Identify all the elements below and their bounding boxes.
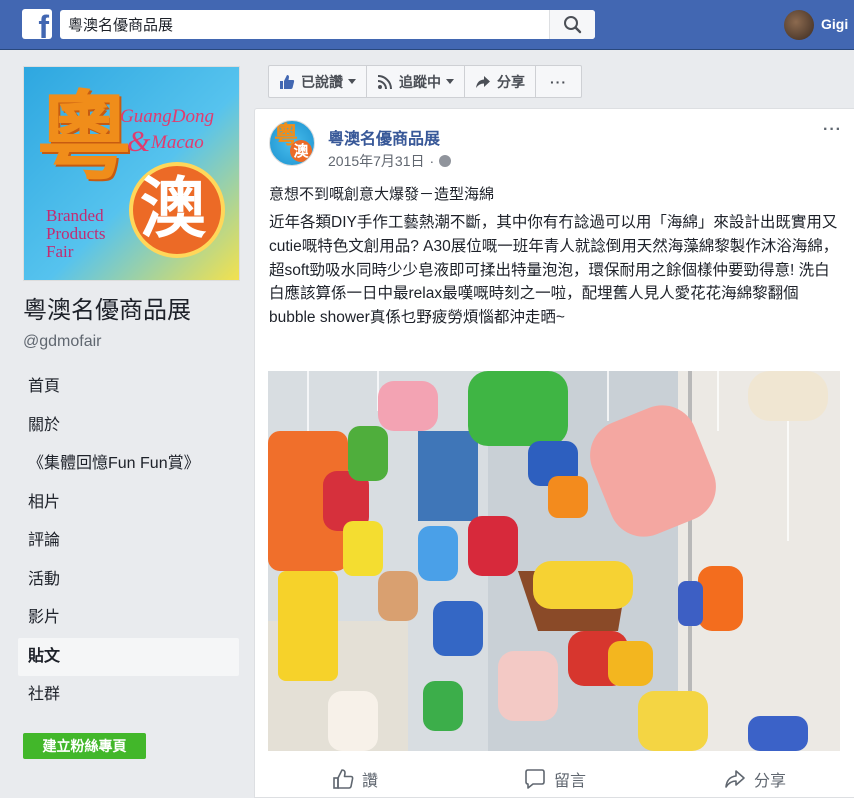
post-headline: 意想不到嘅創意大爆發－造型海綿 bbox=[269, 186, 495, 203]
sidebar-item-home[interactable]: 首頁 bbox=[18, 368, 239, 407]
thumbs-up-icon bbox=[280, 74, 295, 89]
post-author-name[interactable]: 粵澳名優商品展 bbox=[328, 125, 440, 149]
page-profile-picture[interactable]: 粵 GuangDong & Macao 澳 Branded Products F… bbox=[23, 66, 240, 281]
post-date[interactable]: 2015年7月31日 bbox=[328, 151, 425, 171]
logo-branded-products-fair: Branded Products Fair bbox=[46, 207, 106, 261]
user-name: Gigi bbox=[821, 16, 849, 32]
like-button[interactable]: 讚 bbox=[255, 759, 455, 798]
page-handle[interactable]: @gdmofair bbox=[23, 334, 102, 350]
caret-down-icon bbox=[446, 79, 454, 84]
share-page-button[interactable]: 分享 bbox=[465, 65, 536, 98]
globe-icon bbox=[439, 155, 452, 167]
post-photo[interactable] bbox=[268, 371, 840, 751]
like-label: 讚 bbox=[361, 773, 378, 790]
liked-label: 已說讚 bbox=[301, 73, 343, 90]
meta-separator: · bbox=[429, 153, 435, 169]
facebook-logo-icon[interactable]: f bbox=[22, 9, 52, 39]
share-label: 分享 bbox=[497, 73, 525, 90]
search-box bbox=[60, 10, 595, 39]
search-button[interactable] bbox=[549, 10, 595, 39]
sidebar-item-events[interactable]: 活動 bbox=[18, 561, 239, 600]
post-card: 粵 澳 粵澳名優商品展 2015年7月31日 · ··· 意想不到嘅創意大爆發－… bbox=[254, 108, 854, 798]
logo-ao-character: 澳 bbox=[140, 169, 206, 247]
more-label: ··· bbox=[550, 73, 567, 90]
rss-icon bbox=[377, 74, 392, 89]
logo-guangdong: GuangDong bbox=[120, 106, 214, 127]
sidebar-item-fun-fun[interactable]: 《集體回憶Fun Fun賞》 bbox=[18, 445, 239, 484]
sidebar-item-about[interactable]: 關於 bbox=[18, 407, 239, 446]
left-sidebar: 粵 GuangDong & Macao 澳 Branded Products F… bbox=[0, 50, 254, 798]
page-action-bar: 已說讚 追蹤中 分享 ··· bbox=[268, 65, 582, 98]
post-footer: 讚 留言 分享 bbox=[255, 759, 854, 798]
sidebar-item-videos[interactable]: 影片 bbox=[18, 599, 239, 638]
avatar bbox=[784, 10, 814, 40]
share-post-label: 分享 bbox=[753, 773, 786, 790]
logo-ampersand: & bbox=[127, 125, 151, 158]
caret-down-icon bbox=[348, 79, 356, 84]
page-navigation: 首頁 關於 《集體回憶Fun Fun賞》 相片 評論 活動 影片 貼文 社群 bbox=[18, 368, 239, 715]
avatar-ao: 澳 bbox=[290, 140, 312, 162]
page-title[interactable]: 粵澳名優商品展 bbox=[23, 299, 191, 323]
create-page-button[interactable]: 建立粉絲專頁 bbox=[23, 733, 146, 759]
search-input[interactable] bbox=[60, 10, 550, 39]
comment-button[interactable]: 留言 bbox=[455, 759, 655, 798]
post-options-button[interactable]: ··· bbox=[823, 121, 842, 139]
logo-big-character: 粵 bbox=[36, 80, 132, 193]
logo-line-products: Products bbox=[46, 223, 106, 243]
sidebar-item-reviews[interactable]: 評論 bbox=[18, 522, 239, 561]
sponge-photo-image bbox=[268, 371, 840, 751]
post-body: 近年各類DIY手作工藝熱潮不斷，其中你有冇諗過可以用「海綿」來設計出既實用又cu… bbox=[269, 214, 839, 327]
post-meta: 2015年7月31日 · bbox=[328, 151, 452, 171]
sidebar-item-posts[interactable]: 貼文 bbox=[18, 637, 239, 676]
following-button[interactable]: 追蹤中 bbox=[367, 65, 465, 98]
thumbs-up-icon bbox=[333, 769, 354, 789]
logo-macao: Macao bbox=[151, 132, 204, 153]
share-arrow-icon bbox=[725, 770, 745, 788]
comment-icon bbox=[525, 769, 545, 789]
comment-label: 留言 bbox=[553, 773, 586, 790]
share-post-button[interactable]: 分享 bbox=[655, 759, 854, 798]
logo-line-fair: Fair bbox=[46, 241, 74, 261]
share-arrow-icon bbox=[476, 75, 490, 88]
post-author-avatar[interactable]: 粵 澳 bbox=[269, 120, 315, 166]
facebook-logo-letter: f bbox=[38, 9, 49, 39]
logo-line-branded: Branded bbox=[46, 206, 104, 225]
sidebar-item-photos[interactable]: 相片 bbox=[18, 484, 239, 523]
liked-button[interactable]: 已說讚 bbox=[268, 65, 367, 98]
top-navigation-bar: f Gigi bbox=[0, 0, 854, 50]
sidebar-item-community[interactable]: 社群 bbox=[18, 676, 239, 715]
more-options-button[interactable]: ··· bbox=[536, 65, 582, 98]
search-icon bbox=[564, 16, 582, 34]
following-label: 追蹤中 bbox=[399, 73, 441, 90]
